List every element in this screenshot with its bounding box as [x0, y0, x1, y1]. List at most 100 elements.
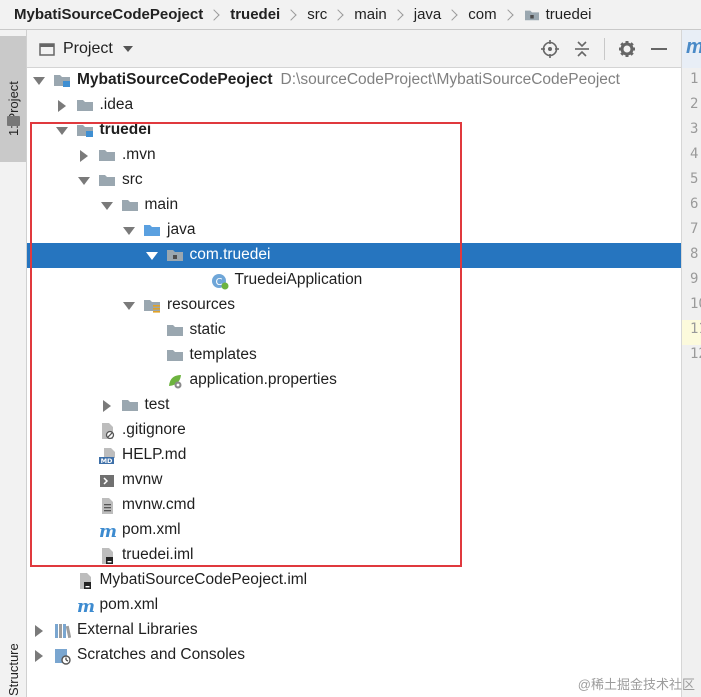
chevron-right-icon[interactable]	[57, 100, 66, 112]
tree-node[interactable]: MD HELP.md	[27, 443, 681, 468]
line-number: 1	[690, 71, 699, 87]
breadcrumb-item[interactable]: MybatiSourceCodePeoject	[14, 6, 203, 23]
chevron-down-icon[interactable]	[100, 202, 113, 210]
tree-node-name: src	[122, 171, 143, 188]
text-file-icon	[98, 497, 116, 515]
chevron-right-icon[interactable]	[80, 150, 88, 162]
tree-node-name: test	[144, 396, 170, 413]
project-tool-tab[interactable]: 1: Project	[0, 36, 26, 162]
breadcrumb-bar: MybatiSourceCodePeoject truedei src main jav…	[0, 0, 701, 30]
package-folder-icon	[166, 247, 184, 265]
folder-icon	[98, 147, 116, 165]
tree-node[interactable]: m pom.xml	[27, 593, 681, 618]
breadcrumb-item[interactable]: truedei	[524, 6, 592, 23]
tree-node-name: resources	[167, 296, 236, 313]
tree-node[interactable]: mvnw	[27, 468, 681, 493]
svg-text:C: C	[215, 277, 222, 288]
tree-node-name: static	[189, 321, 226, 338]
line-number: 5	[690, 171, 699, 187]
breadcrumb-item[interactable]: com	[468, 6, 496, 23]
project-view-title: Project	[63, 39, 113, 57]
tree-node[interactable]: .mvn	[27, 143, 681, 168]
tree-node[interactable]: main	[27, 193, 681, 218]
breadcrumb-item[interactable]: truedei	[230, 6, 280, 23]
tree-node-label: mvnw.cmd	[122, 496, 195, 514]
line-number: 9	[690, 271, 699, 287]
svg-text:MD: MD	[101, 457, 113, 465]
tree-node-name: templates	[189, 346, 257, 363]
chevron-right-icon[interactable]	[102, 400, 111, 412]
tree-node-name: MybatiSourceCodePeoject.iml	[99, 571, 308, 588]
maven-pom-icon: m	[98, 522, 117, 542]
tree-node[interactable]: resources	[27, 293, 681, 318]
tree-node[interactable]: MybatiSourceCodePeoject.iml	[27, 568, 681, 593]
structure-tool-tab[interactable]: Structure	[6, 643, 21, 696]
tree-node[interactable]: .gitignore	[27, 418, 681, 443]
tree-node-label: templates	[190, 346, 257, 364]
editor-tab[interactable]: m	[682, 30, 701, 68]
breadcrumb-item[interactable]: java	[414, 6, 442, 23]
project-folder-icon	[39, 42, 55, 56]
tree-node-name: truedei	[99, 121, 152, 138]
tree-node-label: truedei	[100, 121, 152, 139]
chevron-down-icon[interactable]	[55, 127, 68, 135]
tree-node[interactable]: C TruedeiApplication	[27, 268, 681, 293]
tree-node-label: TruedeiApplication	[235, 271, 363, 289]
tree-node-label: main	[145, 196, 179, 214]
chevron-right-icon	[332, 8, 344, 21]
breadcrumb-item[interactable]: main	[354, 6, 387, 23]
gear-icon	[619, 41, 635, 57]
line-number: 10	[690, 296, 701, 312]
gitignore-file-icon	[98, 422, 116, 440]
folder-icon	[121, 397, 139, 415]
tree-node[interactable]: java	[27, 218, 681, 243]
tree-node[interactable]: application.properties	[27, 368, 681, 393]
tree-node-label: static	[190, 321, 226, 339]
chevron-right-icon[interactable]	[35, 650, 43, 662]
tree-node-name: application.properties	[189, 371, 337, 388]
line-number: 7	[690, 221, 699, 237]
chevron-down-icon[interactable]	[78, 177, 90, 185]
breadcrumb-label: truedei	[230, 6, 281, 23]
tree-node-label: External Libraries	[77, 621, 198, 639]
tree-node[interactable]: External Libraries	[27, 618, 681, 643]
tree-node[interactable]: truedei	[27, 118, 681, 143]
settings-button[interactable]	[617, 39, 637, 59]
chevron-right-icon	[446, 8, 458, 21]
tree-node[interactable]: MybatiSourceCodePeoject D:\sourceCodeProj…	[27, 68, 681, 93]
project-view-selector[interactable]: Project	[39, 40, 133, 58]
minimize-button[interactable]	[649, 39, 669, 59]
chevron-right-icon[interactable]	[35, 625, 43, 637]
tree-node[interactable]: test	[27, 393, 681, 418]
chevron-down-icon[interactable]	[123, 227, 135, 235]
tree-node[interactable]: truedei.iml	[27, 543, 681, 568]
chevron-down-icon[interactable]	[33, 77, 45, 85]
collapse-all-button[interactable]	[572, 39, 592, 59]
chevron-down-icon	[122, 45, 133, 52]
locate-icon	[541, 40, 559, 58]
chevron-down-icon[interactable]	[123, 302, 135, 310]
maven-pom-icon: m	[76, 597, 95, 617]
folder-icon	[98, 172, 116, 190]
panel-toolbar	[540, 30, 681, 68]
locate-button[interactable]	[540, 39, 560, 59]
chevron-down-icon[interactable]	[145, 252, 158, 260]
tree-node[interactable]: Scratches and Consoles	[27, 643, 681, 668]
folder-icon	[121, 197, 139, 215]
tree-node[interactable]: static	[27, 318, 681, 343]
spring-properties-icon	[166, 372, 184, 390]
tree-node[interactable]: templates	[27, 343, 681, 368]
tree-node[interactable]: .idea	[27, 93, 681, 118]
tree-node[interactable]: src	[27, 168, 681, 193]
shell-script-icon	[98, 472, 116, 490]
tree-node-label: .idea	[100, 96, 134, 114]
tree-node[interactable]: com.truedei	[27, 243, 681, 268]
tree-node-name: External Libraries	[77, 621, 198, 638]
tree-node-name: .mvn	[122, 146, 156, 163]
tree-node[interactable]: mvnw.cmd	[27, 493, 681, 518]
collapse-all-icon	[575, 41, 589, 57]
folder-icon	[76, 97, 94, 115]
breadcrumb-label: src	[307, 6, 328, 23]
breadcrumb-item[interactable]: src	[307, 6, 327, 23]
tree-node[interactable]: m pom.xml	[27, 518, 681, 543]
